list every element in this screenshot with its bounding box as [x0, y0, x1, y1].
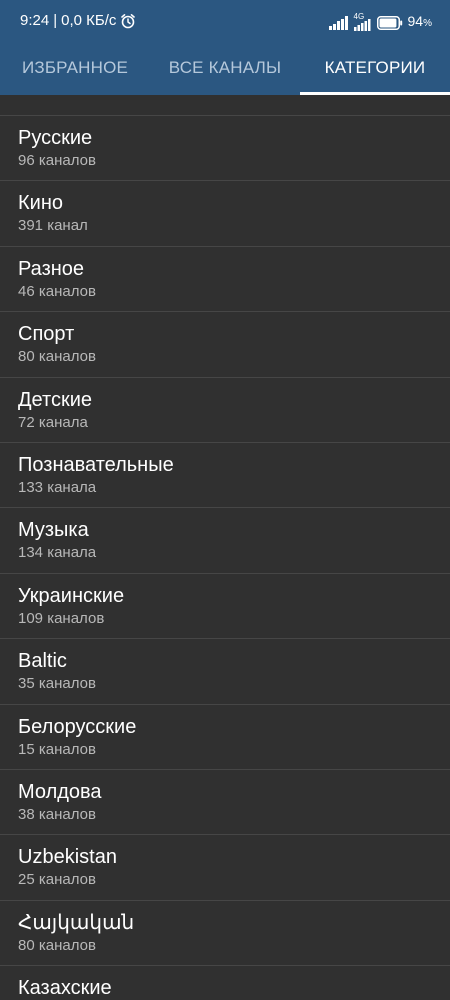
- category-title: Музыка: [18, 519, 89, 542]
- category-item[interactable]: Uzbekistan 25 каналов: [0, 835, 450, 901]
- category-item[interactable]: Украинские 109 каналов: [0, 574, 450, 640]
- app-screen: 9:24 | 0,0 КБ/с 4G 94% ИЗБРАННОЕ ВСЕ КАН…: [0, 0, 450, 1000]
- category-channel-count: 35 каналов: [18, 675, 96, 693]
- status-network-speed: 0,0 КБ/с: [61, 12, 117, 29]
- category-title: Հայկական: [18, 911, 135, 934]
- tab-all-channels-label: ВСЕ КАНАЛЫ: [168, 57, 282, 77]
- category-title: Baltic: [18, 650, 67, 673]
- category-item[interactable]: Baltic 35 каналов: [0, 639, 450, 705]
- category-item[interactable]: Разное 46 каналов: [0, 247, 450, 313]
- category-channel-count: 15 каналов: [18, 740, 96, 758]
- category-channel-count: 72 канала: [18, 413, 88, 431]
- category-channel-count: 80 каналов: [18, 936, 96, 954]
- category-item[interactable]: Казахские: [0, 966, 450, 1000]
- status-bar: 9:24 | 0,0 КБ/с 4G 94%: [0, 0, 450, 40]
- category-list-content: Русские 96 каналов Кино 391 канал Разное 46 к…: [0, 95, 450, 1000]
- battery-icon: [376, 15, 403, 30]
- category-title: Украинские: [18, 584, 125, 607]
- category-title: Казахские: [18, 977, 112, 1000]
- category-channel-count: 109 каналов: [18, 609, 105, 627]
- category-item[interactable]: Кино 391 канал: [0, 181, 450, 247]
- category-channel-count: 391 канал: [18, 217, 88, 235]
- category-item[interactable]: Познавательные 133 канала: [0, 443, 450, 509]
- status-right: 4G 94%: [328, 12, 432, 33]
- category-list[interactable]: Русские 96 каналов Кино 391 канал Разное 46 к…: [0, 95, 450, 1000]
- list-item-partial[interactable]: [0, 95, 450, 116]
- category-title: Познавательные: [18, 453, 174, 476]
- category-title: Uzbekistan: [18, 846, 117, 869]
- status-separator: |: [53, 12, 58, 29]
- status-time: 9:24: [20, 12, 50, 29]
- tab-all-channels[interactable]: ВСЕ КАНАЛЫ: [150, 40, 300, 95]
- tab-categories-label: КАТЕГОРИИ: [324, 57, 426, 77]
- tab-bar: ИЗБРАННОЕ ВСЕ КАНАЛЫ КАТЕГОРИИ: [0, 40, 450, 95]
- tab-favorites-label: ИЗБРАННОЕ: [21, 57, 129, 77]
- category-title: Разное: [18, 257, 85, 280]
- category-title: Русские: [18, 127, 93, 149]
- category-item[interactable]: Հայկական 80 каналов: [0, 901, 450, 967]
- category-channel-count: 25 каналов: [18, 871, 96, 889]
- network-4g-icon: 4G: [353, 12, 372, 31]
- category-channel-count: 133 канала: [18, 478, 97, 496]
- category-item[interactable]: Белорусские 15 каналов: [0, 705, 450, 770]
- category-item[interactable]: Детские 72 канала: [0, 378, 450, 443]
- category-title: Молдова: [18, 780, 102, 803]
- battery-percentage: 94%: [407, 13, 432, 29]
- category-item[interactable]: Музыка 134 канала: [0, 508, 450, 574]
- tab-categories[interactable]: КАТЕГОРИИ: [300, 40, 450, 95]
- category-item[interactable]: Русские 96 каналов: [0, 116, 450, 182]
- status-left: 9:24 | 0,0 КБ/с: [20, 12, 136, 30]
- category-title: Кино: [18, 192, 63, 215]
- category-channel-count: 134 канала: [18, 544, 97, 562]
- alarm-icon: [120, 13, 136, 29]
- category-title: Спорт: [18, 323, 75, 346]
- category-item[interactable]: Молдова 38 каналов: [0, 770, 450, 836]
- category-title: Детские: [18, 388, 92, 411]
- category-channel-count: 96 каналов: [18, 152, 96, 169]
- category-channel-count: 46 каналов: [18, 282, 96, 300]
- tab-favorites[interactable]: ИЗБРАННОЕ: [0, 40, 150, 95]
- category-channel-count: 38 каналов: [18, 805, 96, 823]
- category-item[interactable]: Спорт 80 каналов: [0, 312, 450, 378]
- category-channel-count: 80 каналов: [18, 348, 96, 366]
- signal-icon: [328, 15, 349, 30]
- category-title: Белорусские: [18, 715, 137, 738]
